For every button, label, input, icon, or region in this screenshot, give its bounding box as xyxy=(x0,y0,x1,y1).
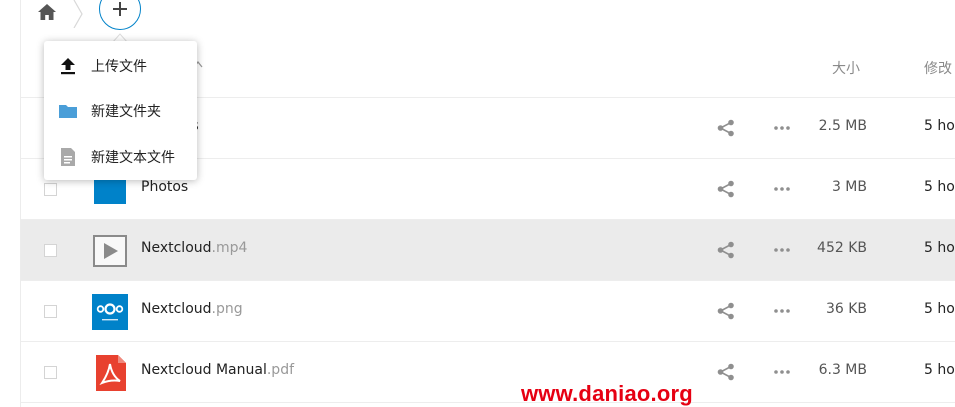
table-row[interactable]: Nextcloud.mp4 452 KB 5 ho xyxy=(21,220,955,281)
column-header-modified[interactable]: 修改 xyxy=(924,58,952,78)
watermark: www.daniao.org xyxy=(521,381,693,406)
menu-item-label: 上传文件 xyxy=(91,59,147,75)
file-size: 2.5 MB xyxy=(818,118,867,134)
file-name[interactable]: Nextcloud.png xyxy=(141,301,243,317)
row-checkbox[interactable] xyxy=(44,305,57,318)
more-icon[interactable] xyxy=(772,181,792,197)
file-modified: 5 ho xyxy=(924,179,955,195)
menu-item-label: 新建文件夹 xyxy=(91,104,161,120)
text-file-icon xyxy=(61,148,75,166)
table-row[interactable]: Nextcloud Manual.pdf 6.3 MB 5 ho xyxy=(21,342,955,403)
menu-item-label: 新建文本文件 xyxy=(91,150,175,166)
column-header-size[interactable]: 大小 xyxy=(832,58,860,78)
pdf-file-icon xyxy=(96,355,126,391)
video-file-icon xyxy=(93,235,127,267)
more-icon[interactable] xyxy=(772,364,792,380)
share-icon[interactable] xyxy=(716,301,736,321)
new-menu: 上传文件 新建文件夹 新建文本文件 xyxy=(44,41,197,180)
upload-icon xyxy=(61,58,75,75)
row-checkbox[interactable] xyxy=(44,366,57,379)
row-checkbox[interactable] xyxy=(44,244,57,257)
share-icon[interactable] xyxy=(716,240,736,260)
file-size: 6.3 MB xyxy=(818,362,867,378)
share-icon[interactable] xyxy=(716,179,736,199)
file-size: 452 KB xyxy=(817,240,867,256)
row-checkbox[interactable] xyxy=(44,183,57,196)
file-size: 3 MB xyxy=(831,179,867,195)
menu-item-new-folder[interactable]: 新建文件夹 xyxy=(44,88,197,132)
file-size: 36 KB xyxy=(825,301,867,317)
file-name[interactable]: Nextcloud.mp4 xyxy=(141,240,247,256)
share-icon[interactable] xyxy=(716,118,736,138)
new-button[interactable] xyxy=(99,0,141,30)
more-icon[interactable] xyxy=(772,120,792,136)
more-icon[interactable] xyxy=(772,303,792,319)
folder-icon xyxy=(59,105,77,118)
file-modified: 5 ho xyxy=(924,118,955,134)
nextcloud-logo-icon xyxy=(92,294,128,330)
breadcrumb-separator xyxy=(73,0,83,28)
home-icon[interactable] xyxy=(37,2,57,22)
file-modified: 5 ho xyxy=(924,362,955,378)
share-icon[interactable] xyxy=(716,362,736,382)
file-modified: 5 ho xyxy=(924,301,955,317)
plus-icon xyxy=(113,2,127,16)
file-name[interactable]: Photos xyxy=(141,179,188,195)
file-name[interactable]: Nextcloud Manual.pdf xyxy=(141,362,294,378)
menu-item-new-text-file[interactable]: 新建文本文件 xyxy=(44,134,197,178)
menu-item-upload-file[interactable]: 上传文件 xyxy=(44,43,197,87)
more-icon[interactable] xyxy=(772,242,792,258)
table-row[interactable]: Nextcloud.png 36 KB 5 ho xyxy=(21,281,955,342)
file-modified: 5 ho xyxy=(924,240,955,256)
